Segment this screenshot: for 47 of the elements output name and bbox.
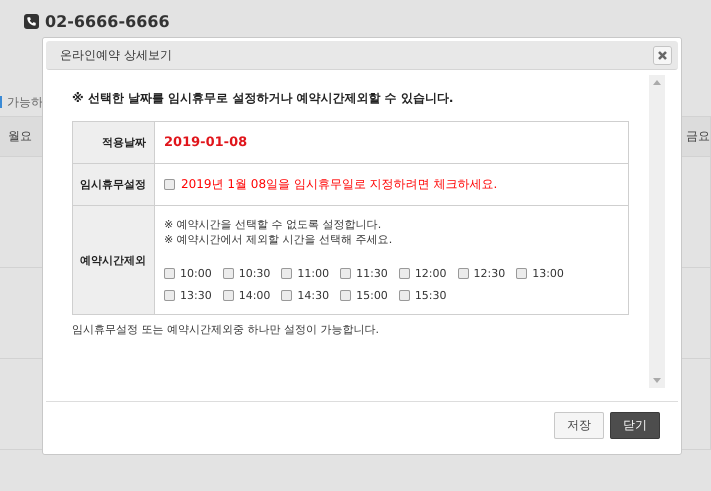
scroll-down-icon[interactable] bbox=[653, 378, 661, 383]
date-value: 2019-01-08 bbox=[164, 135, 248, 150]
close-icon bbox=[657, 50, 668, 60]
time-label[interactable]: 14:30 bbox=[297, 289, 330, 302]
time-label[interactable]: 11:00 bbox=[297, 267, 330, 280]
time-checkbox[interactable] bbox=[222, 290, 234, 301]
time-checkbox[interactable] bbox=[458, 268, 469, 279]
holiday-checkbox[interactable] bbox=[164, 179, 175, 190]
notice-text: ※ 선택한 날짜를 임시휴무로 설정하거나 예약시간제외할 수 있습니다. bbox=[72, 90, 454, 107]
dialog-title: 온라인예약 상세보기 bbox=[60, 46, 172, 64]
time-label[interactable]: 15:30 bbox=[414, 289, 447, 302]
footnote-text: 임시휴무설정 또는 예약시간제외중 하나만 설정이 가능합니다. bbox=[72, 322, 380, 337]
time-label[interactable]: 10:00 bbox=[180, 267, 212, 280]
time-label[interactable]: 13:00 bbox=[532, 267, 564, 280]
scrollbar[interactable] bbox=[649, 75, 665, 388]
time-checkbox[interactable] bbox=[398, 268, 410, 279]
day-header: 월요 bbox=[8, 128, 32, 145]
note-text: ※ 예약시간에서 제외할 시간을 선택해 주세요. bbox=[164, 232, 394, 247]
time-label[interactable]: 12:30 bbox=[474, 267, 506, 280]
time-label[interactable]: 11:30 bbox=[356, 267, 388, 280]
time-label[interactable]: 14:00 bbox=[238, 289, 270, 302]
save-button[interactable]: 저장 bbox=[554, 412, 604, 439]
time-checkbox[interactable] bbox=[398, 290, 410, 301]
close-button[interactable]: 닫기 bbox=[610, 412, 660, 439]
time-checkbox[interactable] bbox=[516, 268, 528, 279]
time-checkbox[interactable] bbox=[340, 268, 352, 279]
time-checkbox[interactable] bbox=[164, 290, 175, 301]
row-label: 적용날짜 bbox=[72, 122, 154, 164]
time-checkbox[interactable] bbox=[281, 290, 292, 301]
time-checkbox[interactable] bbox=[164, 268, 175, 279]
note-text: ※ 예약시간을 선택할 수 없도록 설정합니다. bbox=[164, 217, 382, 232]
time-checkbox[interactable] bbox=[281, 268, 292, 279]
phone-number: 02-6666-6666 bbox=[45, 12, 170, 30]
time-label[interactable]: 13:30 bbox=[180, 289, 212, 302]
row-label: 임시휴무설정 bbox=[72, 164, 154, 206]
scroll-up-icon[interactable] bbox=[653, 80, 661, 85]
time-checkbox[interactable] bbox=[340, 290, 352, 301]
time-label[interactable]: 12:00 bbox=[414, 267, 447, 280]
row-label: 예약시간제외 bbox=[72, 206, 154, 314]
time-checkbox[interactable] bbox=[222, 268, 234, 279]
phone-icon bbox=[24, 14, 39, 28]
time-label[interactable]: 10:30 bbox=[238, 267, 270, 280]
legend-text: 가능하 bbox=[7, 94, 43, 110]
day-header: 금요 bbox=[686, 128, 710, 145]
time-label[interactable]: 15:00 bbox=[356, 289, 388, 302]
holiday-text: 2019년 1월 08일을 임시휴무일로 지정하려면 체크하세요. bbox=[181, 176, 498, 193]
close-button[interactable] bbox=[653, 46, 672, 64]
